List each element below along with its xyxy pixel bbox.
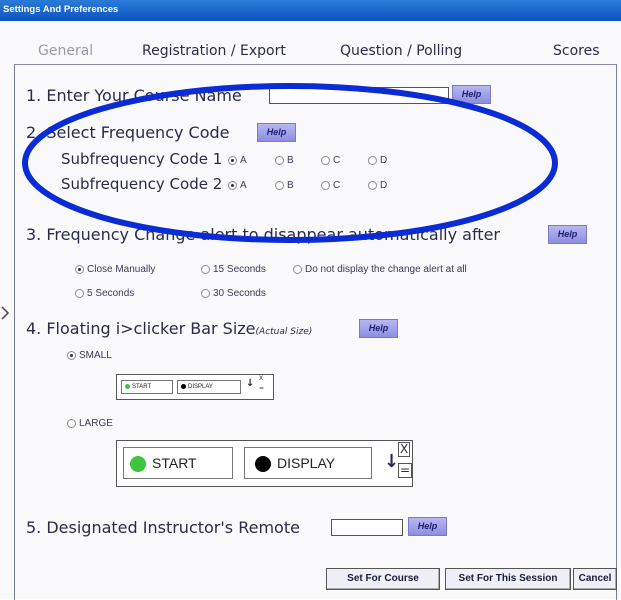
settings-window: Settings And Preferences General Registr… <box>0 0 621 600</box>
annotation-ellipse <box>22 83 558 243</box>
annotation-ellipse-overlay <box>1 83 558 320</box>
left-arrow-icon <box>1 306 10 320</box>
